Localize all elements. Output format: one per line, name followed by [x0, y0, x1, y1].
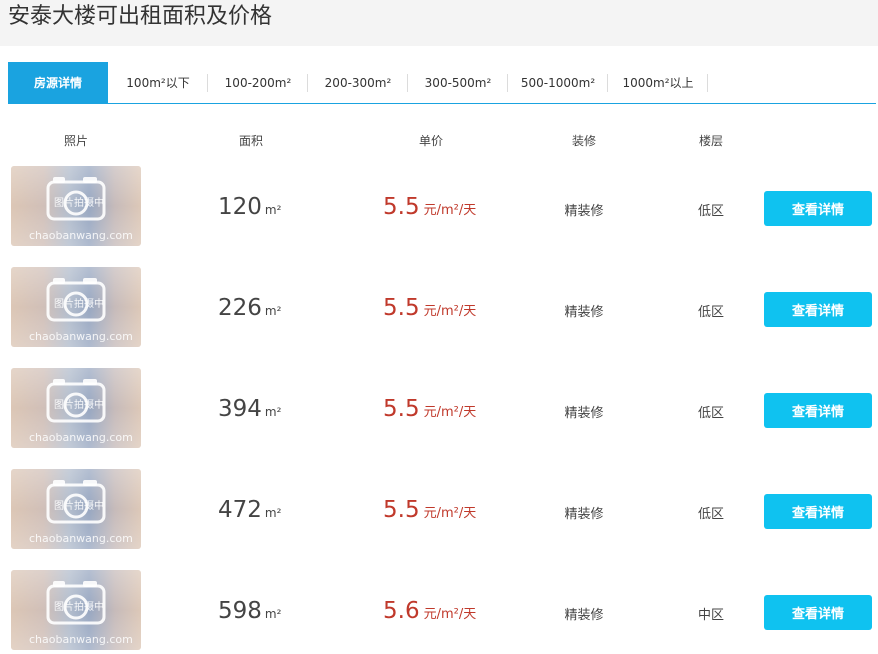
listing-decoration: 精装修	[564, 406, 604, 421]
column-header-price: 单价	[418, 134, 444, 148]
filter-tabs: 房源详情 100m²以下 100-200m² 200-300m² 300-500…	[8, 61, 876, 104]
area-unit: m²	[264, 506, 282, 520]
listing-decoration: 精装修	[564, 204, 604, 219]
listing-decoration: 精装修	[564, 507, 604, 522]
price-value: 5.5	[383, 194, 420, 220]
listing-area: 472 m²	[218, 497, 281, 523]
area-unit: m²	[264, 203, 282, 217]
listing-floor: 低区	[697, 507, 725, 522]
listing-photo[interactable]: 图片拍摄中 chaobanwang.com	[11, 166, 141, 246]
photo-watermark: chaobanwang.com	[29, 431, 133, 444]
photo-placeholder-text: 图片拍摄中	[54, 198, 104, 209]
listing-row: 图片拍摄中 chaobanwang.com 226 m² 5.5 元/m²/天 精装…	[0, 267, 878, 347]
area-unit: m²	[264, 607, 282, 621]
listing-floor: 低区	[697, 406, 725, 421]
area-value: 394	[218, 396, 262, 422]
listing-floor: 低区	[697, 305, 725, 320]
area-value: 226	[218, 295, 262, 321]
listing-row: 图片拍摄中 chaobanwang.com 394 m² 5.5 元/m²/天 精装…	[0, 368, 878, 448]
price-value: 5.6	[383, 598, 420, 624]
price-unit: 元/m²/天	[423, 405, 477, 420]
listing-decoration: 精装修	[564, 608, 604, 623]
price-unit: 元/m²/天	[423, 506, 477, 521]
photo-placeholder-text: 图片拍摄中	[54, 299, 104, 310]
column-header-decoration: 装修	[571, 134, 597, 148]
tab-over-1000[interactable]: 1000m²以上	[608, 62, 708, 104]
photo-watermark: chaobanwang.com	[29, 330, 133, 343]
photo-placeholder-text: 图片拍摄中	[54, 602, 104, 613]
price-value: 5.5	[383, 497, 420, 523]
title-bar: 安泰大楼可出租面积及价格	[0, 0, 878, 46]
listing-row: 图片拍摄中 chaobanwang.com 598 m² 5.6 元/m²/天 精装…	[0, 570, 878, 650]
price-unit: 元/m²/天	[423, 304, 477, 319]
listing-floor: 低区	[697, 204, 725, 219]
photo-placeholder-text: 图片拍摄中	[54, 501, 104, 512]
listing-price: 5.6 元/m²/天	[383, 598, 476, 624]
price-value: 5.5	[383, 295, 420, 321]
tab-under-100[interactable]: 100m²以下	[108, 62, 208, 104]
area-unit: m²	[264, 405, 282, 419]
column-header-floor: 楼层	[698, 134, 724, 148]
view-details-button[interactable]: 查看详情	[764, 494, 872, 529]
area-unit: m²	[264, 304, 282, 318]
page-title: 安泰大楼可出租面积及价格	[8, 4, 273, 29]
listing-floor: 中区	[697, 608, 725, 623]
price-unit: 元/m²/天	[423, 607, 477, 622]
view-details-button[interactable]: 查看详情	[764, 393, 872, 428]
photo-placeholder-text: 图片拍摄中	[54, 400, 104, 411]
listing-price: 5.5 元/m²/天	[383, 497, 476, 523]
listing-row: 图片拍摄中 chaobanwang.com 472 m² 5.5 元/m²/天 精装…	[0, 469, 878, 549]
listing-price: 5.5 元/m²/天	[383, 194, 476, 220]
listing-photo[interactable]: 图片拍摄中 chaobanwang.com	[11, 570, 141, 650]
listing-price: 5.5 元/m²/天	[383, 396, 476, 422]
listing-area: 226 m²	[218, 295, 281, 321]
tab-listing-details[interactable]: 房源详情	[8, 61, 108, 104]
tab-300-500[interactable]: 300-500m²	[408, 62, 508, 104]
view-details-button[interactable]: 查看详情	[764, 292, 872, 327]
listing-area: 120 m²	[218, 194, 281, 220]
photo-watermark: chaobanwang.com	[29, 532, 133, 545]
area-value: 120	[218, 194, 262, 220]
photo-watermark: chaobanwang.com	[29, 633, 133, 646]
listing-photo[interactable]: 图片拍摄中 chaobanwang.com	[11, 267, 141, 347]
table-header: 照片 面积 单价 装修 楼层	[0, 132, 878, 152]
listing-photo[interactable]: 图片拍摄中 chaobanwang.com	[11, 368, 141, 448]
tab-200-300[interactable]: 200-300m²	[308, 62, 408, 104]
listing-decoration: 精装修	[564, 305, 604, 320]
listing-price: 5.5 元/m²/天	[383, 295, 476, 321]
column-header-area: 面积	[238, 134, 264, 148]
listing-area: 394 m²	[218, 396, 281, 422]
area-value: 598	[218, 598, 262, 624]
listing-photo[interactable]: 图片拍摄中 chaobanwang.com	[11, 469, 141, 549]
area-value: 472	[218, 497, 262, 523]
view-details-button[interactable]: 查看详情	[764, 191, 872, 226]
tab-100-200[interactable]: 100-200m²	[208, 62, 308, 104]
column-header-photo: 照片	[63, 134, 89, 148]
photo-watermark: chaobanwang.com	[29, 229, 133, 242]
listing-row: 图片拍摄中 chaobanwang.com 120 m² 5.5 元/m²/天 精装…	[0, 166, 878, 246]
tab-500-1000[interactable]: 500-1000m²	[508, 62, 608, 104]
price-value: 5.5	[383, 396, 420, 422]
price-unit: 元/m²/天	[423, 203, 477, 218]
view-details-button[interactable]: 查看详情	[764, 595, 872, 630]
listing-area: 598 m²	[218, 598, 281, 624]
